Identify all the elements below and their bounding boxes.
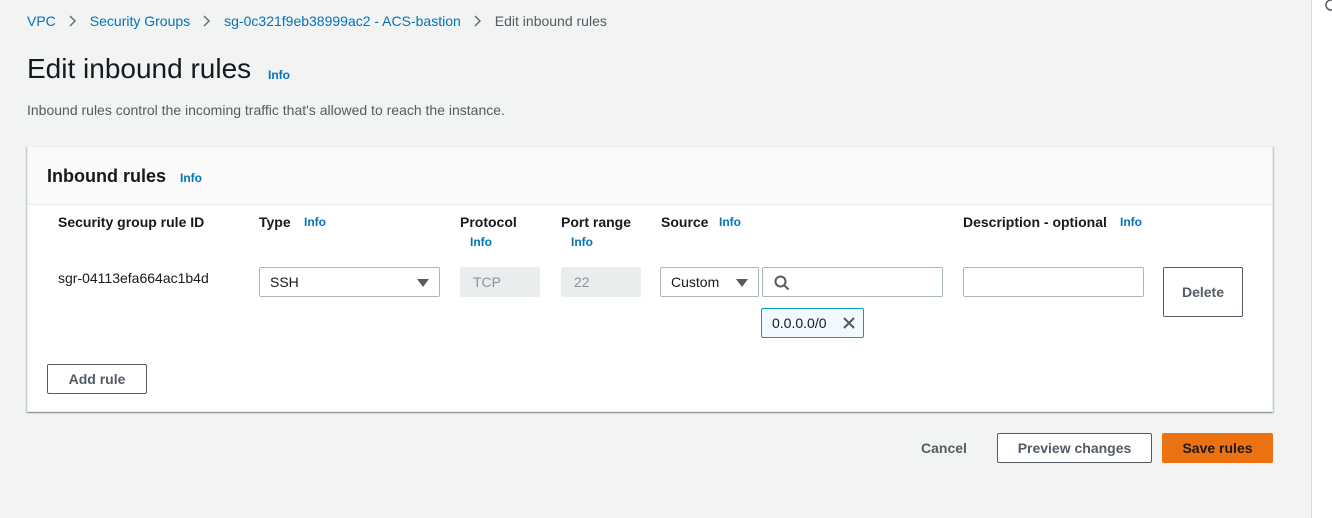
type-info-link[interactable]: Info (304, 215, 326, 229)
source-info-link[interactable]: Info (719, 215, 741, 229)
help-icon[interactable] (1324, 0, 1332, 12)
column-header-protocol: Protocol (460, 214, 517, 230)
rule-id: sgr-04113efa664ac1b4d (58, 270, 209, 286)
chevron-right-icon (203, 15, 211, 27)
protocol-info-link[interactable]: Info (470, 235, 492, 249)
breadcrumb: VPC Security Groups sg-0c321f9eb38999ac2… (27, 12, 607, 30)
save-rules-button[interactable]: Save rules (1162, 433, 1273, 463)
port-range-info-link[interactable]: Info (571, 235, 593, 249)
page-description: Inbound rules control the incoming traff… (27, 102, 505, 118)
description-input[interactable] (963, 267, 1144, 297)
search-icon (774, 275, 790, 296)
source-token: 0.0.0.0/0 (761, 308, 864, 338)
chevron-right-icon (69, 15, 77, 27)
breadcrumb-vpc[interactable]: VPC (27, 13, 56, 29)
column-header-source: Source (661, 214, 709, 230)
caret-down-icon (417, 279, 429, 287)
type-select-value: SSH (270, 274, 299, 290)
description-info-link[interactable]: Info (1120, 215, 1142, 229)
column-header-port-range: Port range (561, 214, 632, 230)
breadcrumb-security-group[interactable]: sg-0c321f9eb38999ac2 - ACS-bastion (224, 13, 461, 29)
panel-title: Inbound rules (47, 166, 166, 186)
cancel-button[interactable]: Cancel (921, 440, 967, 456)
chevron-right-icon (474, 15, 482, 27)
close-icon[interactable] (842, 316, 856, 333)
source-search-input[interactable] (762, 267, 943, 297)
preview-changes-button[interactable]: Preview changes (997, 433, 1152, 463)
right-side-rail (1311, 0, 1332, 518)
source-mode-value: Custom (671, 274, 720, 290)
port-range-value: 22 (574, 274, 590, 290)
add-rule-button[interactable]: Add rule (47, 364, 147, 394)
panel-header: Inbound rules Info (28, 147, 1272, 205)
breadcrumb-current: Edit inbound rules (494, 13, 607, 29)
column-header-description: Description - optional (963, 214, 1107, 230)
column-header-rule-id: Security group rule ID (58, 214, 205, 230)
source-token-label: 0.0.0.0/0 (772, 315, 827, 331)
port-range-field: 22 (561, 267, 641, 297)
panel-info-link[interactable]: Info (180, 171, 202, 185)
delete-rule-button[interactable]: Delete (1163, 267, 1243, 317)
type-select[interactable]: SSH (259, 267, 440, 297)
inbound-rules-panel: Inbound rules Info Security group rule I… (27, 146, 1273, 412)
caret-down-icon (736, 279, 748, 287)
column-header-type: Type (259, 214, 291, 230)
page-title: Edit inbound rules (27, 53, 252, 84)
protocol-value: TCP (473, 274, 501, 290)
breadcrumb-security-groups[interactable]: Security Groups (90, 13, 190, 29)
protocol-field: TCP (460, 267, 540, 297)
source-mode-select[interactable]: Custom (660, 267, 759, 297)
page-info-link[interactable]: Info (268, 68, 290, 82)
